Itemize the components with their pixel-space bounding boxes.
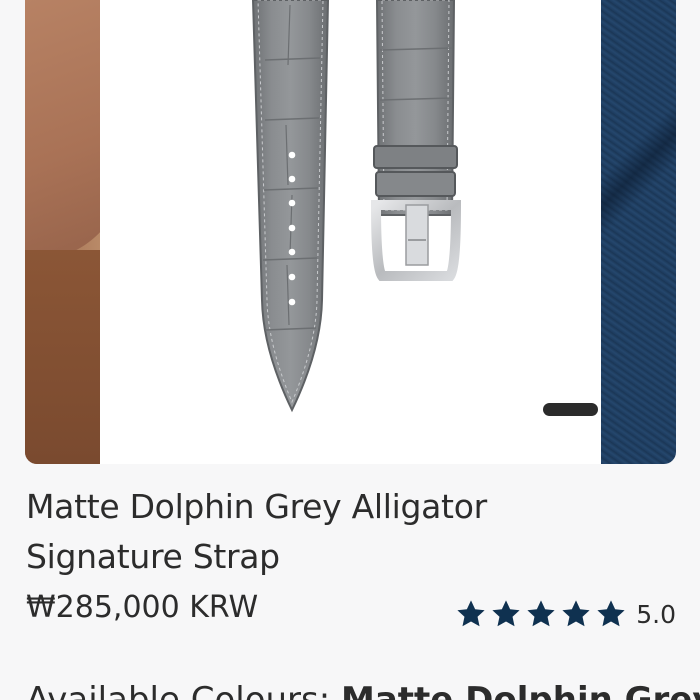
- image-carousel[interactable]: [25, 0, 676, 464]
- star-icon: [597, 600, 625, 627]
- star-icon: [527, 600, 555, 627]
- strap-illustration: [251, 0, 462, 413]
- long-strap-piece: [251, 0, 330, 413]
- gallery-image-wrist[interactable]: [25, 0, 125, 464]
- star-icon: [457, 600, 485, 627]
- buckle-strap-piece: [370, 0, 462, 281]
- gallery-image-strap[interactable]: [100, 0, 601, 464]
- available-colours: Available Colours: Matte Dolphin Grey: [26, 680, 700, 700]
- gallery-image-blue-leather[interactable]: [601, 0, 676, 464]
- product-title: Matte Dolphin Grey Alligator Signature S…: [26, 482, 666, 582]
- available-colours-value: Matte Dolphin Grey: [341, 680, 700, 700]
- product-title-line1: Matte Dolphin Grey Alligator: [26, 487, 487, 526]
- carousel-pager-indicator[interactable]: [543, 403, 598, 416]
- star-icon: [492, 600, 520, 627]
- product-title-line2: Signature Strap: [26, 537, 280, 576]
- rating-value: 5.0: [636, 599, 676, 629]
- star-icon: [562, 600, 590, 627]
- sleeve-shape: [25, 250, 100, 464]
- product-price: ₩285,000 KRW: [26, 590, 259, 625]
- available-colours-label: Available Colours:: [26, 680, 341, 700]
- product-rating[interactable]: 5.0: [455, 598, 676, 630]
